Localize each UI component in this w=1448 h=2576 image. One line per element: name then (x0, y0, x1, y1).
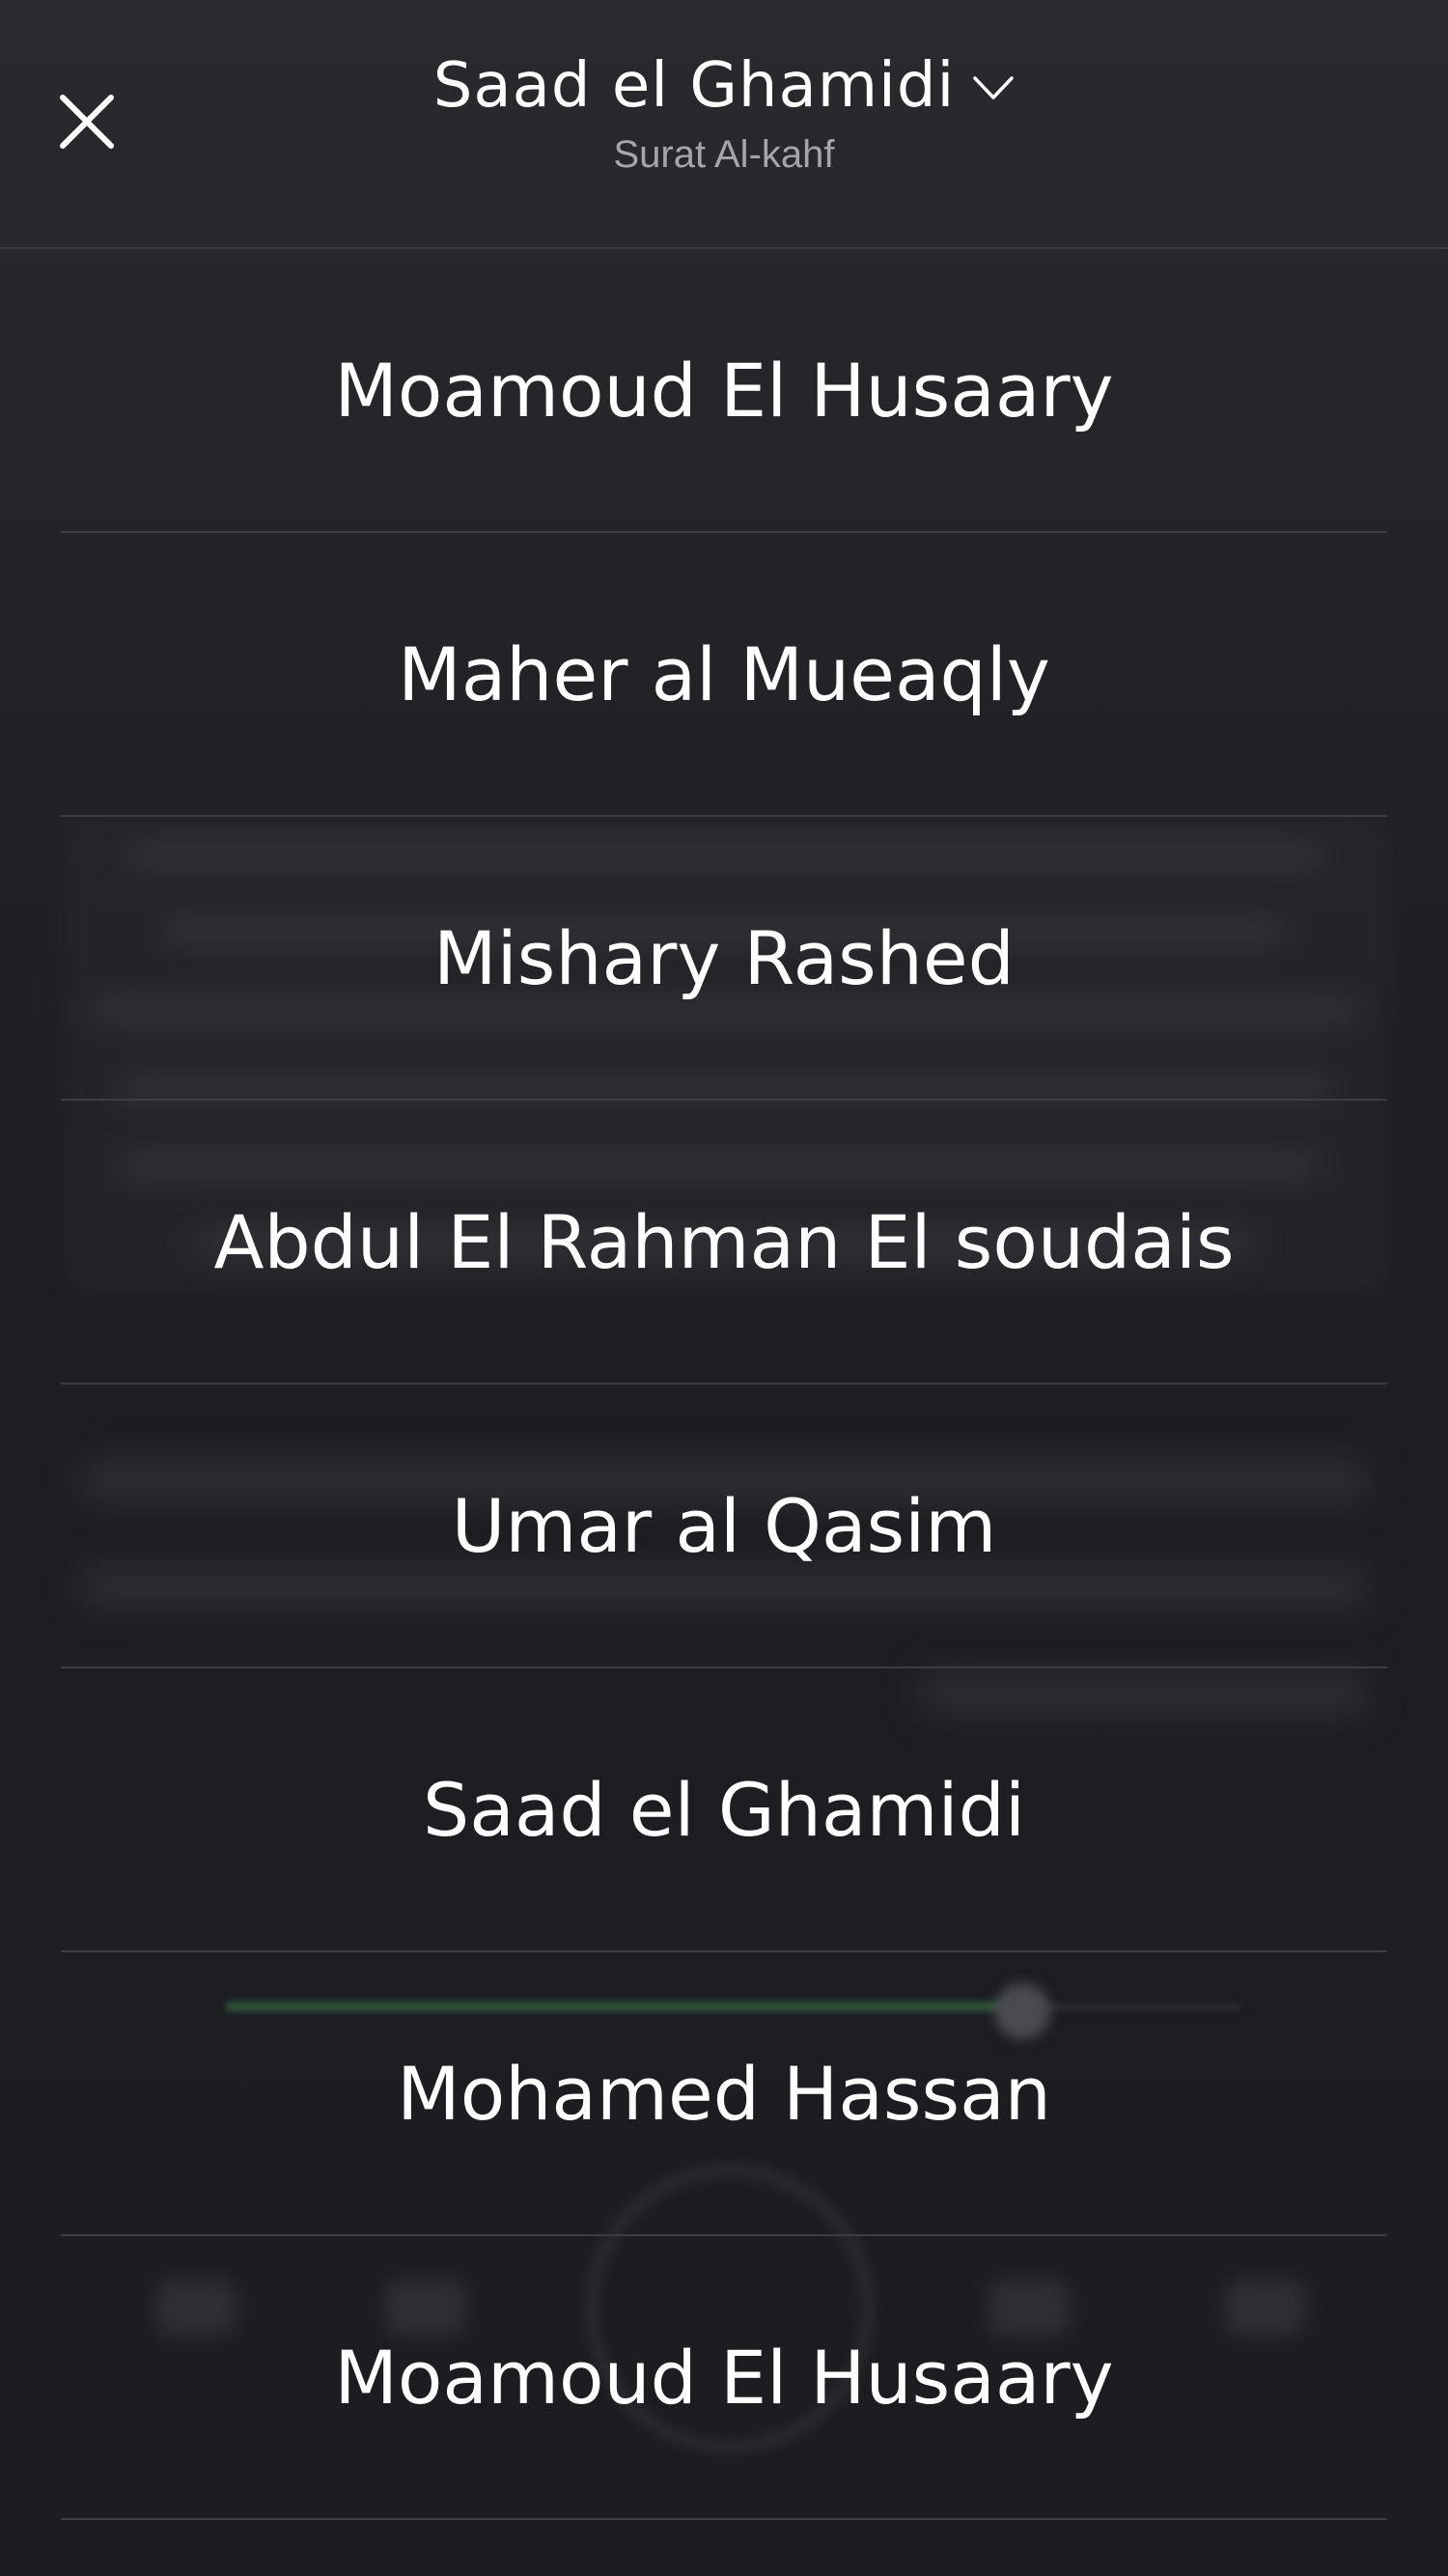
header: Saad el Ghamidi Surat Al-kahf (0, 0, 1448, 249)
reciter-name: Maher al Mueaqly (398, 630, 1050, 717)
reciter-name: Mishary Rashed (433, 914, 1015, 1001)
reciter-name: Moamoud El Husaary (334, 347, 1114, 434)
reciter-name: Umar al Qasim (451, 1482, 997, 1569)
close-icon (58, 93, 116, 154)
reciter-name: Abdul El Rahman El soudais (213, 1198, 1235, 1285)
close-button[interactable] (39, 75, 135, 172)
reciter-dropdown[interactable]: Saad el Ghamidi Surat Al-kahf (290, 50, 1158, 177)
reciter-picker-screen: Saad el Ghamidi Surat Al-kahf Moamoud El… (0, 0, 1448, 2576)
reciter-name: Saad el Ghamidi (423, 1766, 1025, 1853)
reciter-item[interactable]: Umar al Qasim (61, 1385, 1387, 1668)
reciter-item[interactable]: Abdul El Rahman El soudais (61, 1101, 1387, 1385)
chevron-down-icon (972, 74, 1015, 105)
surah-subtitle: Surat Al-kahf (613, 133, 835, 176)
reciter-item[interactable]: Mishary Rashed (61, 817, 1387, 1101)
reciter-item[interactable]: Mohamed Hassan (61, 1952, 1387, 2236)
reciter-item[interactable]: Saad el Ghamidi (61, 1668, 1387, 1952)
reciter-item[interactable]: Maher al Mueaqly (61, 533, 1387, 817)
reciter-item[interactable]: Moamoud El Husaary (61, 2236, 1387, 2520)
reciter-name: Moamoud El Husaary (334, 2334, 1114, 2421)
reciter-name: Mohamed Hassan (397, 2050, 1051, 2137)
page-title: Saad el Ghamidi (432, 50, 956, 122)
reciter-item[interactable]: Moamoud El Husaary (61, 249, 1387, 533)
reciter-list: Moamoud El Husaary Maher al Mueaqly Mish… (61, 249, 1387, 2520)
